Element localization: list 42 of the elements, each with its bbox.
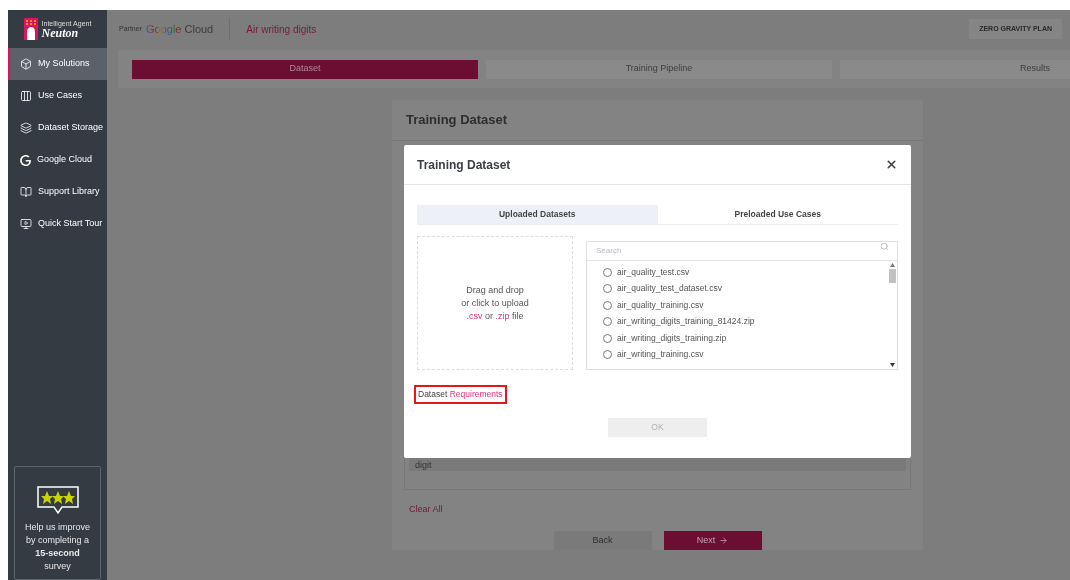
project-name: Air writing digits [246,22,317,37]
upload-dropzone[interactable]: Drag and drop or click to upload .csv or .zip file [417,236,573,370]
requirements-link[interactable]: Dataset Requirements [414,385,507,404]
google-icon [20,154,31,166]
file-option[interactable]: air_writing_training.csv [603,346,887,363]
scrollbar-thumb[interactable] [888,269,896,283]
arrow-right-icon [719,536,729,545]
scroll-up-icon[interactable] [889,263,895,267]
page-title: Training Dataset [406,111,508,130]
sidebar-item[interactable]: Use Cases [8,80,107,112]
search-field[interactable]: Search [586,240,898,261]
dropzone-text: or click to upload [461,296,529,310]
close-button[interactable] [885,158,898,171]
dialog-title: Training Dataset [417,156,511,174]
column-name: digit [415,461,432,471]
cube-icon [20,58,32,70]
screen-play-icon [20,218,32,230]
dropzone-text: .csv or .zip file [466,309,524,323]
sidebar-item[interactable]: Dataset Storage [8,112,107,144]
sidebar-item[interactable]: My Solutions [8,48,107,80]
next-button[interactable]: Next [663,531,762,550]
file-option[interactable]: air_quality_test_dataset.csv [603,280,887,297]
layers-icon [20,122,32,134]
dropzone-text: Drag and drop [466,283,524,297]
dialog-tab[interactable]: Uploaded Datasets [417,205,658,224]
logo-name: Neuton [41,26,79,39]
step-tab[interactable]: Dataset [132,59,478,79]
scroll-down-icon[interactable] [889,363,895,367]
sidebar-item[interactable]: Google Cloud [8,144,107,176]
book-icon [20,186,32,198]
file-option[interactable]: air_writing_digits_training_81424.zip [603,313,887,330]
columns-icon [20,90,32,102]
rating-bubble-icon [35,485,80,515]
search-icon [880,242,889,251]
survey-card[interactable]: Help us improve by completing a 15-second survey [14,466,101,580]
hand-logo-icon [23,18,38,40]
sidebar-item[interactable]: Support Library [8,176,107,208]
file-option[interactable]: air_quality_test.csv [603,264,887,281]
survey-text: Help us improve by completing a 15-second survey [24,521,91,573]
file-option[interactable]: air_quality_training.csv [603,297,887,314]
file-option[interactable]: air_writing_digits_training.zip [603,330,887,347]
sidebar-item[interactable]: Quick Start Tour [8,208,107,240]
